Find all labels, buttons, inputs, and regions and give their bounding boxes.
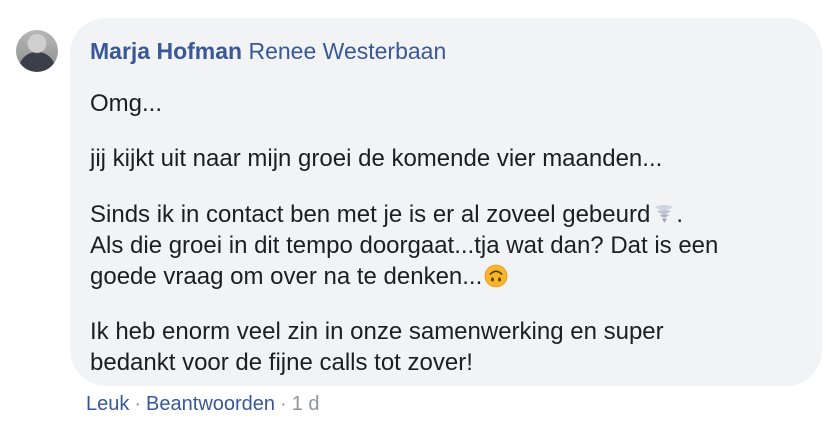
- avatar[interactable]: [16, 30, 58, 72]
- comment-paragraph-3: Sinds ik in contact ben met je is er al …: [90, 199, 802, 292]
- comment-text: goede vraag om over na te denken...: [90, 263, 483, 290]
- like-button[interactable]: Leuk: [86, 393, 129, 415]
- upside-down-face-emoji-icon: [484, 264, 508, 288]
- comment-header: Marja Hofman Renee Westerbaan: [90, 36, 802, 66]
- mentioned-user[interactable]: Renee Westerbaan: [248, 38, 446, 64]
- comment-paragraph-1: Omg...: [90, 88, 802, 119]
- separator: ·: [134, 393, 142, 415]
- comment-text: Ik heb enorm veel zin in onze samenwerki…: [90, 318, 664, 345]
- separator: ·: [280, 393, 287, 415]
- comment-text: bedankt voor de fijne calls tot zover!: [90, 349, 473, 376]
- comment-text: Sinds ik in contact ben met je is er al …: [90, 201, 651, 228]
- comment-actions: Leuk · Beantwoorden · 1 d: [86, 390, 320, 418]
- comment-paragraph-2: jij kijkt uit naar mijn groei de komende…: [90, 143, 802, 174]
- comment-text: jij kijkt uit naar mijn groei de komende…: [90, 145, 663, 172]
- comment-text: Als die groei in dit tempo doorgaat...tj…: [90, 232, 719, 259]
- comment-text: Omg...: [90, 90, 163, 117]
- tornado-emoji-icon: [655, 205, 674, 223]
- timestamp[interactable]: 1 d: [292, 393, 320, 415]
- reply-button[interactable]: Beantwoorden: [146, 393, 275, 415]
- comment: Marja Hofman Renee Westerbaan Omg... jij…: [0, 0, 832, 428]
- comment-bubble: Marja Hofman Renee Westerbaan Omg... jij…: [70, 18, 822, 386]
- comment-paragraph-4: Ik heb enorm veel zin in onze samenwerki…: [90, 316, 802, 378]
- author-name[interactable]: Marja Hofman: [90, 38, 242, 64]
- comment-text: .: [676, 201, 683, 228]
